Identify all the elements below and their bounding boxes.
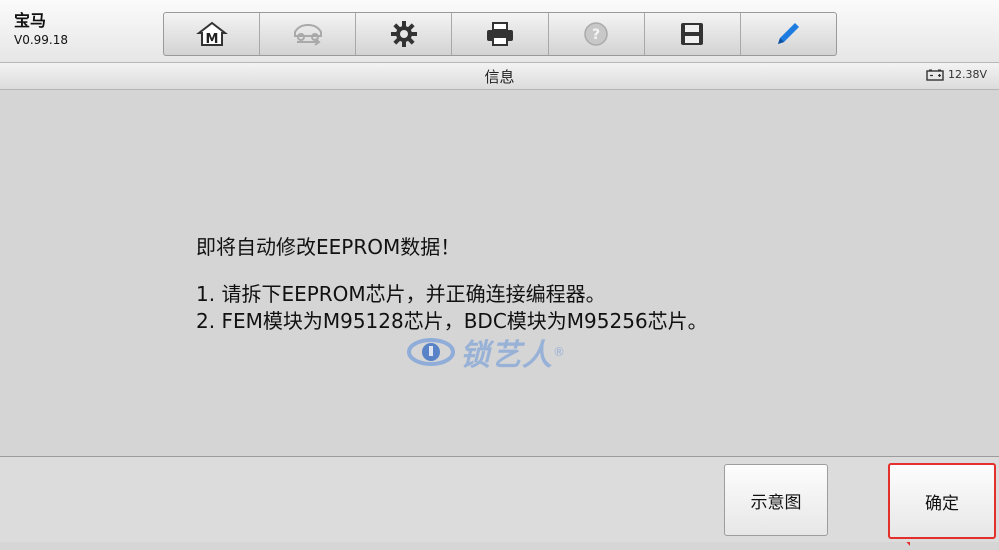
home-button[interactable]: M [164, 13, 261, 55]
vehicle-swap-button[interactable] [260, 13, 357, 55]
printer-icon [486, 22, 513, 46]
print-button[interactable] [452, 13, 549, 55]
message-line: 1. 请拆下EEPROM芯片，并正确连接编程器。 [196, 282, 606, 306]
edit-button[interactable] [741, 13, 836, 55]
watermark-registered: ® [553, 345, 565, 359]
bottom-bar: 示意图 确定 [0, 456, 999, 542]
pen-icon [778, 23, 800, 44]
gear-icon [390, 21, 417, 47]
page-title: 信息 [484, 68, 515, 86]
home-icon: M [195, 21, 228, 47]
watermark-logo-icon [407, 338, 455, 366]
settings-button[interactable] [356, 13, 453, 55]
software-version: V0.99.18 [14, 33, 69, 47]
battery-status: 12.38V [926, 68, 987, 81]
confirm-button[interactable]: 确定 [888, 463, 996, 539]
save-button[interactable] [645, 13, 741, 55]
message-line: 即将自动修改EEPROM数据！ [196, 235, 461, 259]
brand-name: 宝马 [14, 11, 47, 30]
svg-text:M: M [205, 32, 218, 47]
brand-block: 宝马 V0.99.18 [14, 12, 68, 48]
message-text: 即将自动修改EEPROM数据！ 1. 请拆下EEPROM芯片，并正确连接编程器。… [196, 234, 708, 335]
top-bar: 宝马 V0.99.18 M ? [0, 0, 999, 63]
help-icon: ? [584, 22, 608, 46]
help-button[interactable]: ? [549, 13, 645, 55]
message-panel: 即将自动修改EEPROM数据！ 1. 请拆下EEPROM芯片，并正确连接编程器。… [0, 90, 999, 546]
diagram-button[interactable]: 示意图 [724, 464, 828, 536]
battery-voltage: 12.38V [947, 68, 987, 81]
svg-text:?: ? [592, 27, 600, 43]
watermark: 锁艺人 ® [406, 330, 565, 374]
save-icon [681, 23, 704, 45]
toolbar: M ? [163, 12, 837, 56]
watermark-text: 锁艺人 [460, 338, 553, 373]
vehicle-swap-icon [293, 23, 322, 46]
battery-icon [926, 69, 944, 81]
title-bar: 信息 12.38V [0, 63, 999, 90]
